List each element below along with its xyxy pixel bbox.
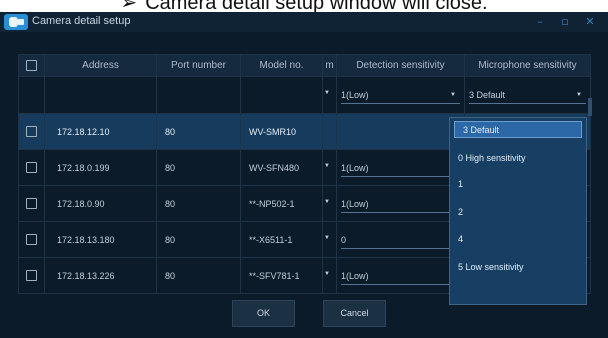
row-checkbox[interactable] (26, 234, 37, 246)
arrow-cell[interactable]: ▼ (322, 185, 337, 222)
dropdown-option[interactable]: 3 Default (454, 121, 582, 138)
chevron-down-icon: ▼ (324, 271, 330, 277)
row-checkbox[interactable] (26, 126, 37, 138)
detection-cell[interactable]: 1(Low) ▼ (336, 149, 465, 186)
port-cell: 80 (156, 113, 241, 150)
arrow-cell[interactable]: ▼ (322, 149, 337, 186)
detection-select[interactable]: 1(Low) ▼ (341, 268, 460, 285)
table-header-row: Address Port number Model no. m Detectio… (18, 54, 591, 77)
detection-cell (336, 113, 465, 150)
arrow-cell[interactable]: ▼ (322, 221, 337, 258)
bulk-cell (156, 76, 241, 114)
dropdown-option[interactable]: 2 (450, 204, 584, 221)
bulk-cell (240, 76, 323, 114)
detection-cell[interactable]: 1(Low) ▼ (336, 185, 465, 222)
row-checkbox-cell[interactable] (18, 221, 45, 258)
microphone-sensitivity-value: 3 Default (469, 90, 506, 100)
maximize-button[interactable]: ▫ (557, 14, 573, 30)
row-checkbox[interactable] (26, 198, 37, 210)
detection-select[interactable]: 1(Low) ▼ (341, 160, 460, 177)
detection-select[interactable]: 0 ▼ (341, 232, 460, 249)
arrow-cell (322, 113, 337, 150)
address-cell: 172.18.12.10 (44, 113, 157, 150)
port-cell: 80 (156, 257, 241, 294)
instruction-caption: ➢ Camera detail setup window will close. (0, 0, 608, 12)
caption-text: Camera detail setup window will close. (145, 0, 488, 12)
dropdown-option[interactable]: 5 Low sensitivity (450, 259, 584, 276)
bulk-microphone-cell[interactable]: 3 Default ▼ (464, 76, 591, 114)
dropdown-option[interactable]: 0 High sensitivity (450, 150, 584, 167)
detection-value: 1(Low) (341, 270, 369, 281)
chevron-down-icon: ▼ (324, 235, 330, 241)
model-cell: WV-SFN480 (240, 149, 323, 186)
column-header-detection[interactable]: Detection sensitivity (336, 54, 465, 77)
cancel-button[interactable]: Cancel (323, 300, 386, 327)
model-cell: **-SFV781-1 (240, 257, 323, 294)
minimize-button[interactable]: – (532, 14, 548, 30)
bulk-detection-value: 1(Low) (341, 90, 369, 100)
bulk-cell (18, 76, 45, 114)
title-bar: Camera detail setup – ▫ ✕ (0, 12, 608, 32)
chevron-down-icon: ▼ (450, 92, 456, 98)
bulk-detection-select[interactable]: 1(Low) ▼ (341, 87, 460, 104)
bulk-edit-row: ▼ 1(Low) ▼ 3 Default ▼ (18, 76, 591, 114)
row-checkbox[interactable] (26, 270, 37, 282)
bulk-arrow-cell[interactable]: ▼ (322, 76, 337, 114)
select-all-header (18, 54, 45, 77)
port-cell: 80 (156, 185, 241, 222)
chevron-down-icon: ▼ (576, 92, 582, 98)
ok-button[interactable]: OK (232, 300, 295, 327)
row-checkbox-cell[interactable] (18, 113, 45, 150)
detection-select[interactable]: 1(Low) ▼ (341, 196, 460, 213)
row-checkbox-cell[interactable] (18, 185, 45, 222)
detection-value: 1(Low) (341, 162, 369, 173)
microphone-sensitivity-dropdown: 3 Default 0 High sensitivity 1 2 4 5 Low… (449, 117, 587, 305)
dropdown-option[interactable]: 4 (450, 231, 584, 248)
detection-value: 1(Low) (341, 198, 369, 209)
model-cell: WV-SMR10 (240, 113, 323, 150)
window-title: Camera detail setup (32, 15, 131, 27)
close-button[interactable]: ✕ (582, 14, 598, 30)
detection-cell[interactable]: 0 ▼ (336, 221, 465, 258)
microphone-sensitivity-select[interactable]: 3 Default ▼ (469, 87, 586, 104)
port-cell: 80 (156, 221, 241, 258)
dropdown-option[interactable]: 1 (450, 176, 584, 193)
chevron-down-icon: ▼ (324, 163, 330, 169)
camera-detail-setup-window: Camera detail setup – ▫ ✕ Address Port n… (0, 12, 608, 338)
select-all-checkbox[interactable] (26, 59, 37, 71)
detection-cell[interactable]: 1(Low) ▼ (336, 257, 465, 294)
vertical-scrollbar[interactable] (588, 98, 592, 116)
column-header-truncated[interactable]: m (322, 54, 337, 77)
address-cell: 172.18.0.90 (44, 185, 157, 222)
address-cell: 172.18.0.199 (44, 149, 157, 186)
camera-app-icon (4, 14, 28, 30)
column-header-address[interactable]: Address (44, 54, 157, 77)
column-header-microphone[interactable]: Microphone sensitivity (464, 54, 591, 77)
row-checkbox[interactable] (26, 162, 37, 174)
address-cell: 172.18.13.226 (44, 257, 157, 294)
address-cell: 172.18.13.180 (44, 221, 157, 258)
detection-value: 0 (341, 234, 347, 245)
row-checkbox-cell[interactable] (18, 257, 45, 294)
column-header-model[interactable]: Model no. (240, 54, 323, 77)
arrow-bullet-icon: ➢ (120, 0, 138, 12)
model-cell: **-X6511-1 (240, 221, 323, 258)
row-checkbox-cell[interactable] (18, 149, 45, 186)
column-header-port[interactable]: Port number (156, 54, 241, 77)
bulk-detection-cell[interactable]: 1(Low) ▼ (336, 76, 465, 114)
arrow-cell[interactable]: ▼ (322, 257, 337, 294)
chevron-down-icon: ▼ (324, 90, 330, 96)
bulk-cell (44, 76, 157, 114)
model-cell: **-NP502-1 (240, 185, 323, 222)
port-cell: 80 (156, 149, 241, 186)
chevron-down-icon: ▼ (324, 199, 330, 205)
